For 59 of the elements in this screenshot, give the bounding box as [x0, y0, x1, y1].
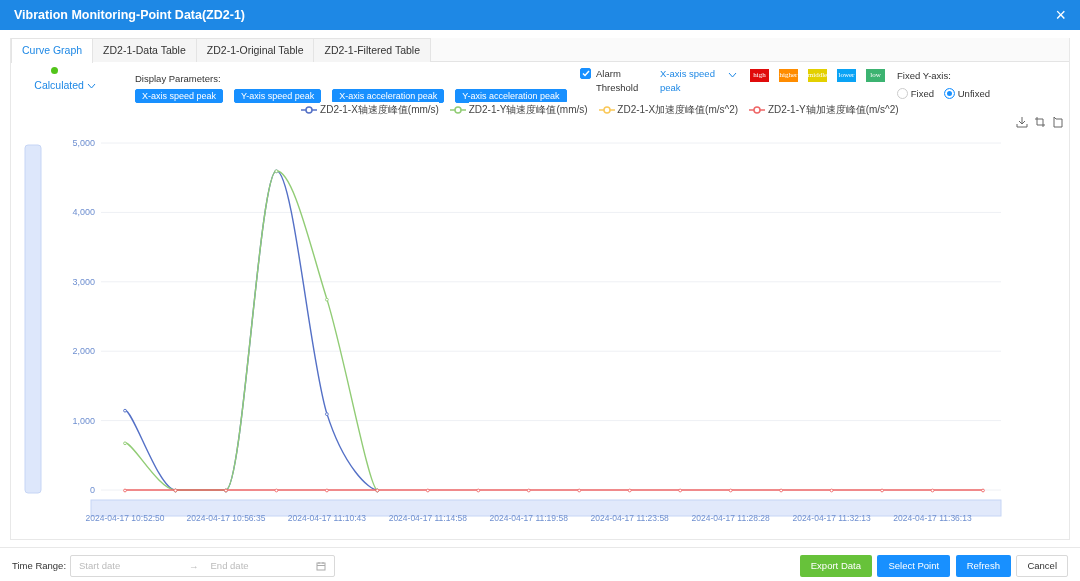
legend-marker-icon: [449, 105, 466, 114]
display-parameters-label: Display Parameters:: [135, 73, 221, 85]
y-axis-label: 2,000: [72, 346, 95, 357]
status-dot-icon: [50, 67, 58, 74]
tab[interactable]: ZD2-1-Original Table: [195, 38, 315, 62]
vertical-zoom-slider[interactable]: [24, 144, 42, 494]
alarm-threshold-checkbox[interactable]: [580, 68, 591, 79]
horizontal-zoom-slider[interactable]: [90, 499, 1002, 517]
alarm-threshold-label: Alarm Threshold: [596, 67, 640, 95]
chevron-down-icon: [728, 72, 737, 78]
x-axis-label: 2024-04-17 11:32:13: [792, 513, 871, 523]
tab[interactable]: Curve Graph: [11, 38, 94, 63]
legend-marker-icon: [598, 105, 615, 114]
y-axis-label: 1,000: [72, 415, 95, 426]
legend-label: ZD2-1-X轴速度峰值(mm/s): [320, 102, 439, 117]
radio-label: Unfixed: [957, 86, 990, 101]
radio-button[interactable]: [897, 88, 908, 100]
footer-button[interactable]: Cancel: [1016, 555, 1068, 577]
parameter-toggle-button[interactable]: X-axis acceleration peak: [332, 88, 445, 103]
legend-marker-icon: [301, 105, 318, 114]
tab[interactable]: ZD2-1-Filtered Table: [313, 38, 431, 62]
radio-button[interactable]: [944, 88, 955, 100]
radio-label: Fixed: [910, 86, 934, 101]
time-range-label: Time Range:: [12, 558, 67, 573]
x-axis-label: 2024-04-17 11:28:28: [691, 513, 770, 523]
footer-button[interactable]: Refresh: [955, 555, 1011, 577]
y-axis-label: 3,000: [72, 276, 95, 287]
mode-dropdown[interactable]: Calculated: [34, 78, 96, 94]
x-axis-label: 2024-04-17 11:14:58: [388, 513, 467, 523]
x-axis-label: 2024-04-17 10:56:35: [186, 513, 266, 523]
footer-button[interactable]: Export Data: [799, 555, 872, 577]
parameter-toggle-button[interactable]: Y-axis acceleration peak: [455, 88, 567, 103]
date-range-field[interactable]: Start date → End date: [70, 555, 336, 577]
x-axis-label: 2024-04-17 11:10:43: [287, 513, 367, 523]
parameter-toggle-button[interactable]: Y-axis speed peak: [234, 88, 322, 103]
restore-icon[interactable]: [1051, 116, 1063, 128]
footer-button[interactable]: Select Point: [877, 555, 951, 577]
threshold-dropdown[interactable]: X-axis speed peak: [660, 67, 746, 103]
crop-icon[interactable]: [1033, 116, 1046, 128]
chevron-down-icon: [86, 82, 96, 89]
y-axis-label: 0: [90, 485, 95, 495]
parameter-toggle-button[interactable]: X-axis speed peak: [135, 88, 224, 103]
download-icon[interactable]: [1016, 116, 1028, 128]
arrow-separator: →: [189, 558, 199, 573]
x-axis-label: 2024-04-17 10:52:50: [85, 513, 165, 523]
dialog-title: Vibration Monitoring-Point Data(ZD2-1): [14, 6, 245, 24]
calendar-icon: [316, 561, 327, 571]
x-axis-label: 2024-04-17 11:23:58: [590, 513, 669, 523]
tab[interactable]: ZD2-1-Data Table: [92, 38, 197, 62]
y-axis-label: 5,000: [72, 138, 95, 148]
legend-label: ZD2-1-Y轴加速度峰值(m/s^2): [767, 102, 899, 117]
legend-label: ZD2-1-X加速度峰值(m/s^2): [617, 102, 739, 117]
close-button[interactable]: ×: [1055, 6, 1066, 24]
y-axis-label: 4,000: [72, 207, 95, 218]
legend-label: ZD2-1-Y轴速度峰值(mm/s): [468, 102, 588, 117]
x-axis-label: 2024-04-17 11:19:58: [489, 513, 568, 523]
fixed-y-axis-label: Fixed Y-axis:: [897, 70, 951, 82]
x-axis-label: 2024-04-17 11:36:13: [893, 513, 972, 523]
legend-marker-icon: [749, 105, 766, 114]
